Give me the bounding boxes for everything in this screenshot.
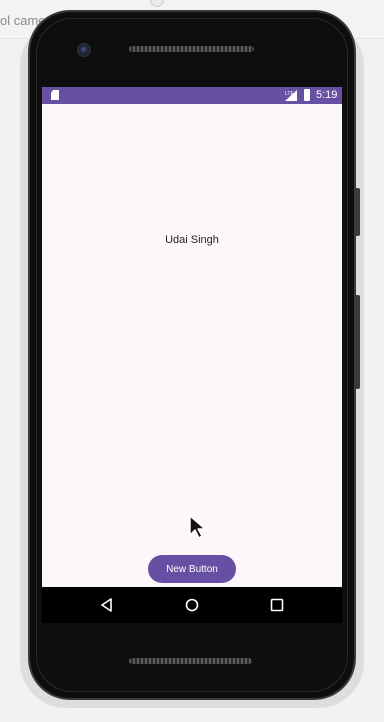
navigation-bar	[42, 587, 342, 623]
volume-button[interactable]	[356, 295, 360, 389]
mouse-pointer-icon	[189, 515, 206, 539]
name-text: Udai Singh	[165, 234, 219, 246]
bottom-speaker	[129, 658, 252, 664]
back-icon[interactable]	[100, 598, 114, 612]
toolbar-knob-icon[interactable]	[150, 0, 164, 7]
svg-text:LTE: LTE	[285, 91, 294, 97]
recents-icon[interactable]	[270, 598, 284, 612]
sd-card-icon	[51, 90, 59, 100]
earpiece-speaker	[129, 46, 254, 52]
device-screen: LTE 5:19 Udai Singh New Button	[42, 87, 342, 587]
status-bar: LTE 5:19	[42, 87, 342, 104]
battery-icon	[304, 89, 310, 101]
power-button[interactable]	[356, 188, 360, 236]
status-time: 5:19	[316, 89, 338, 101]
new-button[interactable]: New Button	[148, 555, 236, 583]
home-icon[interactable]	[185, 598, 199, 612]
lte-signal-icon: LTE	[285, 90, 297, 101]
front-camera-icon	[77, 43, 91, 57]
